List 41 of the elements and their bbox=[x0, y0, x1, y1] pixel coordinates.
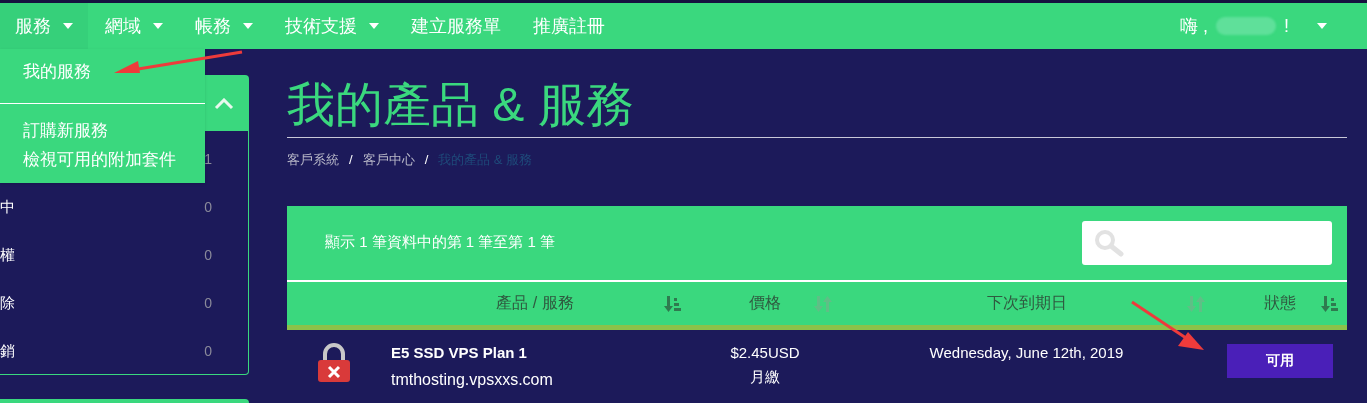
sidebar-item[interactable]: 權 bbox=[0, 243, 15, 267]
status-label: 可用 bbox=[1227, 343, 1333, 378]
search-icon bbox=[1094, 228, 1126, 257]
column-header[interactable]: 下次到期日 bbox=[840, 281, 1213, 325]
item-count: 0 bbox=[204, 245, 212, 265]
sidebar-item[interactable]: 銷 bbox=[0, 339, 15, 363]
greeting-text: ! bbox=[1284, 14, 1289, 38]
sort-icon[interactable] bbox=[664, 294, 682, 313]
breadcrumb-link[interactable]: 客戶中心 bbox=[362, 150, 415, 170]
product-name: E5 SSD VPS Plan 1 bbox=[391, 342, 528, 363]
billing-cycle: 月繳 bbox=[750, 367, 780, 387]
item-count: 0 bbox=[204, 293, 212, 313]
sidebar-item[interactable]: 中 bbox=[0, 195, 15, 219]
sort-icon[interactable] bbox=[814, 294, 832, 313]
sort-icon[interactable] bbox=[1321, 294, 1339, 313]
sort-icon[interactable] bbox=[1187, 294, 1205, 313]
breadcrumb-link[interactable]: 客戶系統 bbox=[287, 150, 339, 170]
item-count: 0 bbox=[204, 341, 212, 361]
account-menu-button[interactable] bbox=[1317, 23, 1327, 29]
blurred-name bbox=[1216, 17, 1276, 35]
greeting-text: 嗨 , bbox=[1179, 14, 1208, 38]
caret-icon bbox=[243, 23, 253, 29]
price-text: $2.45USD bbox=[730, 342, 800, 363]
column-header[interactable]: 產品 / 服務 bbox=[380, 281, 690, 325]
column-header[interactable]: 價格 bbox=[690, 281, 840, 325]
item-count: 1 bbox=[204, 149, 212, 169]
page-title: 我的產品 & 服務 bbox=[287, 75, 1347, 138]
due-date: Wednesday, June 12th, 2019 bbox=[929, 342, 1124, 363]
column-header[interactable]: 狀態 bbox=[1213, 281, 1347, 325]
breadcrumb-separator: / bbox=[349, 151, 353, 169]
caret-icon bbox=[369, 23, 379, 29]
chevron-up-icon[interactable] bbox=[214, 97, 234, 110]
caret-icon bbox=[63, 23, 73, 29]
sidebar-item[interactable]: 除 bbox=[0, 291, 15, 315]
breadcrumb-separator: / bbox=[424, 151, 429, 169]
search-field[interactable] bbox=[1082, 220, 1332, 265]
caret-icon bbox=[153, 23, 163, 29]
item-count: 0 bbox=[204, 197, 212, 217]
caret-icon bbox=[1317, 23, 1327, 29]
domain-link[interactable]: tmthosting.vpsxxs.com bbox=[391, 368, 690, 392]
table-info: 顯示 1 筆資料中的第 1 筆至第 1 筆 bbox=[325, 232, 556, 253]
